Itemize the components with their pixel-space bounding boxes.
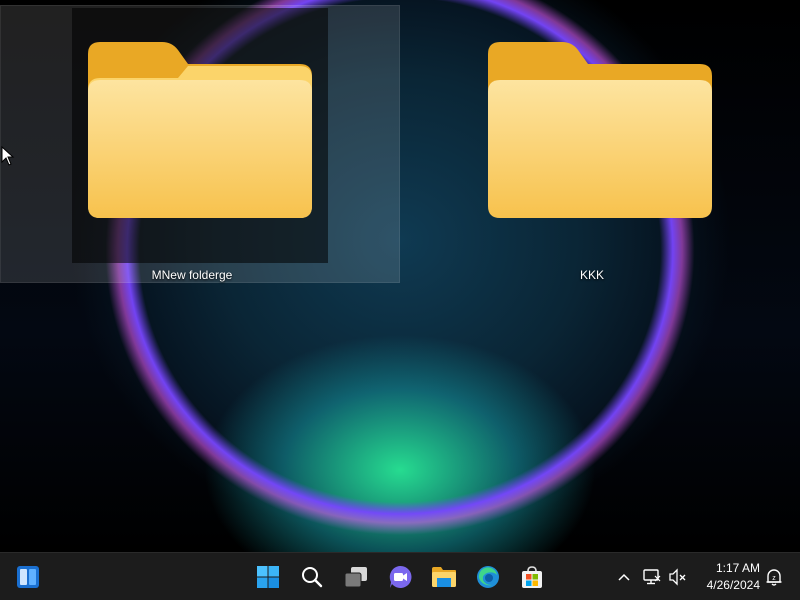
widgets-icon [17, 566, 39, 588]
task-view-icon [344, 567, 367, 588]
taskbar: 1:17 AM 4/26/2024 z [0, 552, 800, 600]
task-view-button[interactable] [340, 561, 372, 593]
search-button[interactable] [296, 561, 328, 593]
taskbar-clock[interactable]: 1:17 AM 4/26/2024 [698, 560, 760, 594]
chat-button[interactable] [384, 561, 416, 593]
clock-time: 1:17 AM [715, 561, 760, 575]
volume-muted-icon [669, 568, 686, 586]
desktop[interactable]: MNew folderge KKK [0, 0, 800, 552]
edge-button[interactable] [472, 561, 504, 593]
start-icon [257, 566, 279, 588]
network-button[interactable] [642, 565, 662, 589]
desktop-icon-label: MNew folderge [151, 268, 233, 282]
widgets-button[interactable] [12, 561, 44, 593]
notification-icon: z [766, 569, 782, 586]
desktop-icon-new-folder[interactable]: MNew folderge [72, 10, 312, 282]
chevron-up-icon [618, 573, 630, 581]
clock-date: 4/26/2024 [706, 578, 760, 592]
file-explorer-icon [432, 567, 456, 587]
volume-button[interactable] [668, 565, 688, 589]
microsoft-store-button[interactable] [516, 561, 548, 593]
folder-icon [488, 42, 712, 218]
notification-center-button[interactable]: z [764, 565, 784, 589]
desktop-icon-label: KKK [579, 268, 604, 282]
show-hidden-icons-button[interactable] [614, 565, 634, 589]
mouse-cursor-icon [1, 146, 15, 166]
search-icon [302, 567, 323, 588]
edge-icon [477, 566, 499, 588]
desktop-icon-kkk[interactable]: KKK [472, 10, 712, 282]
svg-text:z: z [772, 575, 776, 582]
start-button[interactable] [252, 561, 284, 593]
network-icon [643, 569, 661, 585]
store-icon [522, 566, 542, 588]
file-explorer-button[interactable] [428, 561, 460, 593]
chat-icon [389, 565, 412, 588]
folder-icon [88, 42, 312, 218]
